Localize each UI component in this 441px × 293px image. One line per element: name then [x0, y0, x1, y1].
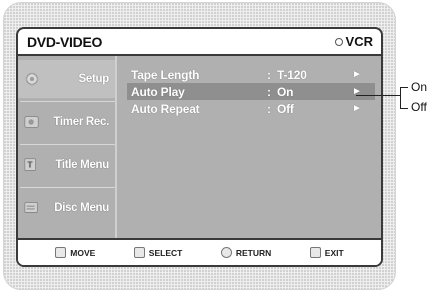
exit-hint: EXIT — [309, 247, 344, 258]
return-label: RETURN — [235, 247, 272, 258]
setting-row-tape-length[interactable]: Tape Length : T-120 ► — [127, 66, 375, 83]
move-label: MOVE — [70, 247, 96, 258]
page-title: DVD-VIDEO — [27, 33, 103, 50]
sidebar-divider — [20, 144, 115, 145]
callout-bracket-top — [400, 87, 408, 88]
button-guide: MOVE SELECT RETURN EXIT — [18, 238, 381, 265]
select-label: SELECT — [148, 247, 183, 258]
settings-list: Tape Length : T-120 ► Auto Play : On ► A… — [127, 66, 375, 117]
callout-bracket-line — [400, 87, 401, 109]
setting-colon: : — [267, 67, 271, 82]
disc-menu-icon — [24, 202, 38, 213]
sidebar-item-title-menu[interactable]: T Title Menu — [18, 146, 115, 184]
vcr-dot-icon — [334, 37, 343, 46]
title-bar: DVD-VIDEO VCR — [18, 29, 381, 56]
setting-label: Tape Length — [131, 67, 200, 82]
setting-value: On — [277, 84, 294, 99]
setting-value: Off — [277, 101, 294, 116]
title-menu-icon: T — [24, 158, 37, 171]
select-key-icon — [133, 247, 145, 258]
callout-option-on: On — [411, 80, 428, 94]
sidebar-item-timer-rec[interactable]: Timer Rec. — [18, 103, 115, 141]
setting-label: Auto Play — [131, 84, 185, 99]
right-arrow-icon: ► — [352, 103, 362, 114]
sidebar-item-label: Setup — [78, 73, 110, 85]
return-key-icon — [220, 247, 232, 258]
right-arrow-icon: ► — [352, 69, 362, 80]
vcr-label: VCR — [345, 34, 373, 49]
svg-text:T: T — [28, 161, 33, 170]
sidebar-item-label: Timer Rec. — [53, 116, 109, 128]
sidebar-item-disc-menu[interactable]: Disc Menu — [18, 189, 115, 227]
osd-menu: DVD-VIDEO VCR Setup Timer Rec. T Title M… — [16, 27, 383, 267]
sidebar-item-label: Title Menu — [55, 159, 109, 171]
setting-row-auto-play[interactable]: Auto Play : On ► — [127, 83, 375, 100]
setting-colon: : — [267, 101, 271, 116]
setting-row-auto-repeat[interactable]: Auto Repeat : Off ► — [127, 100, 375, 117]
vcr-mode-indicator: VCR — [334, 34, 373, 49]
return-hint: RETURN — [220, 247, 272, 258]
gear-icon — [23, 70, 41, 88]
setting-colon: : — [267, 84, 271, 99]
callout-option-off: Off — [411, 100, 427, 114]
menu-body: Setup Timer Rec. T Title Menu Disc Menu … — [18, 56, 381, 240]
sidebar-divider — [20, 187, 115, 188]
callout-bracket-bottom — [400, 108, 408, 109]
move-key-icon — [55, 247, 67, 258]
setting-value: T-120 — [277, 67, 307, 82]
sidebar-item-label: Disc Menu — [54, 202, 109, 214]
sidebar-item-setup[interactable]: Setup — [18, 60, 115, 98]
select-hint: SELECT — [133, 247, 183, 258]
sidebar: Setup Timer Rec. T Title Menu Disc Menu — [18, 56, 117, 240]
setting-label: Auto Repeat — [131, 101, 200, 116]
exit-key-icon — [309, 247, 321, 258]
sidebar-divider — [20, 101, 115, 102]
exit-label: EXIT — [324, 247, 344, 258]
callout-pointer-line — [356, 95, 401, 96]
timer-icon — [24, 116, 39, 128]
move-hint: MOVE — [55, 247, 95, 258]
